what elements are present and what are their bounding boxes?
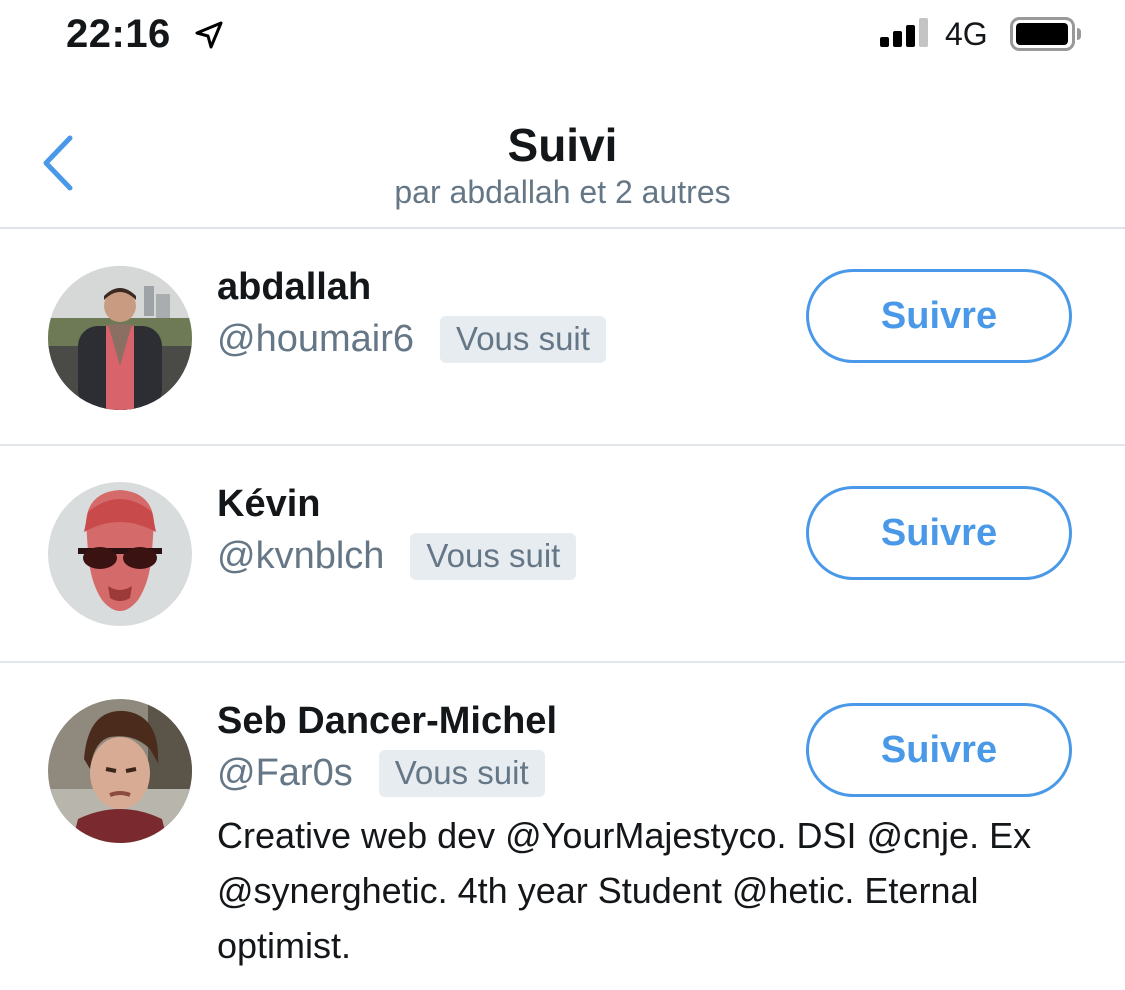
screen: 22:16 4G Suivi par abdallah et 2 autres: [0, 0, 1125, 990]
follow-button[interactable]: Suivre: [806, 703, 1072, 797]
divider: [0, 661, 1125, 663]
handle-line: @houmair6 Vous suit: [217, 316, 606, 363]
nav-header: Suivi par abdallah et 2 autres: [0, 80, 1125, 229]
cellular-signal-icon: [880, 18, 928, 47]
handle-line: @kvnblch Vous suit: [217, 533, 577, 580]
avatar[interactable]: [48, 482, 192, 626]
status-time: 22:16: [66, 12, 171, 56]
location-arrow-icon: [195, 21, 223, 49]
follows-you-badge: Vous suit: [440, 316, 606, 363]
follow-button[interactable]: Suivre: [806, 269, 1072, 363]
status-bar: 22:16 4G: [0, 0, 1125, 80]
user-handle: @kvnblch: [217, 535, 385, 577]
network-label: 4G: [945, 16, 988, 52]
page-subtitle: par abdallah et 2 autres: [394, 174, 731, 210]
follow-button[interactable]: Suivre: [806, 486, 1072, 580]
user-name: Kévin: [217, 483, 321, 525]
handle-line: @Far0s Vous suit: [217, 750, 545, 797]
avatar[interactable]: [48, 699, 192, 843]
user-handle: @Far0s: [217, 752, 353, 794]
follows-you-badge: Vous suit: [378, 750, 545, 797]
page-title: Suivi: [507, 119, 618, 171]
follows-you-badge: Vous suit: [410, 533, 577, 580]
user-name: abdallah: [217, 266, 372, 308]
user-handle: @houmair6: [217, 318, 414, 360]
battery-icon: [1010, 17, 1081, 51]
avatar[interactable]: [48, 266, 192, 410]
divider: [0, 444, 1125, 446]
user-bio: Creative web dev @YourMajestyco. DSI @cn…: [217, 815, 1032, 966]
user-name: Seb Dancer-Michel: [217, 700, 557, 742]
